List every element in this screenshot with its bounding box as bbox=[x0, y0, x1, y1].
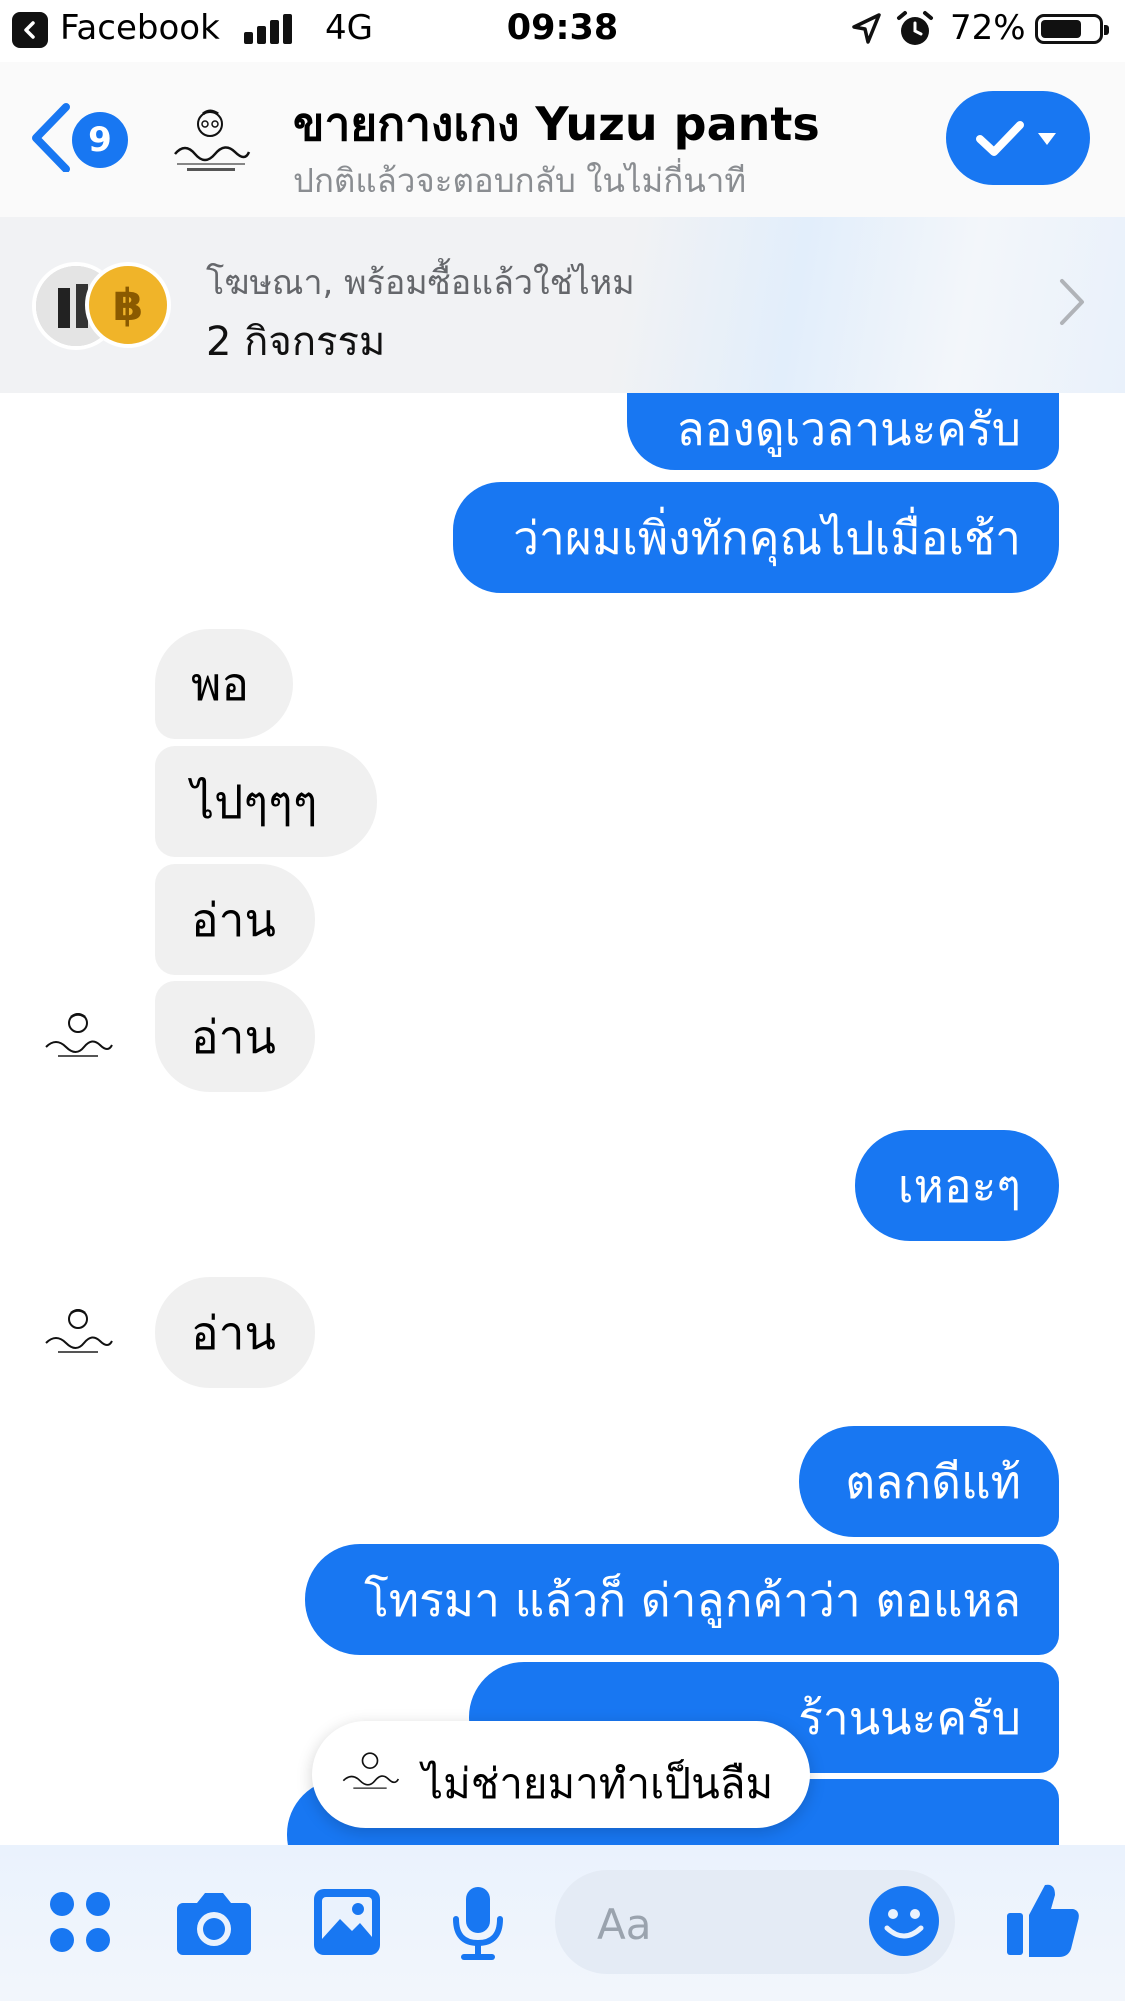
chat-header: 9 ขายกางเกง Yuzu pants ปกติแล้วจะตอบกลับ… bbox=[0, 62, 1125, 217]
message-input[interactable]: Aa bbox=[555, 1870, 955, 1974]
thumbs-up-icon[interactable] bbox=[1005, 1879, 1081, 1959]
battery-percent: 72% bbox=[950, 8, 1026, 48]
response-time-status: ปกติแล้วจะตอบกลับ ในไม่กี่นาที bbox=[293, 161, 747, 200]
unread-count-badge[interactable]: 9 bbox=[72, 112, 128, 168]
checkmark-dropdown-icon bbox=[976, 121, 1056, 156]
camera-icon[interactable] bbox=[175, 1887, 253, 1957]
page-logo-avatar[interactable] bbox=[165, 102, 255, 182]
microphone-icon[interactable] bbox=[450, 1885, 506, 1961]
message-bubble-sent[interactable]: ลองดูเวลานะครับ bbox=[627, 393, 1059, 470]
message-input-placeholder: Aa bbox=[597, 1900, 652, 1949]
message-bubble-sent[interactable]: โทรมา แล้วก็ ด่าลูกค้าว่า ตอแหล bbox=[305, 1544, 1059, 1655]
message-bubble-sent[interactable]: ตลกดีแท้ bbox=[799, 1426, 1059, 1537]
message-bubble-received[interactable]: อ่าน bbox=[155, 1277, 315, 1388]
status-bar: Facebook 4G 09:38 72% bbox=[0, 0, 1125, 62]
message-bubble-received[interactable]: ไปๆๆๆ bbox=[155, 746, 377, 857]
ad-title: โฆษณา, พร้อมซื้อแล้วใช่ไหม bbox=[206, 263, 635, 303]
emoji-icon[interactable] bbox=[867, 1884, 941, 1958]
message-composer: Aa bbox=[0, 1845, 1125, 2001]
location-arrow-icon bbox=[852, 13, 881, 44]
alarm-clock-icon bbox=[897, 11, 933, 45]
message-bubble-received[interactable]: พอ bbox=[155, 629, 293, 739]
message-bubble-sent[interactable]: เหอะๆ bbox=[855, 1130, 1059, 1241]
page-title[interactable]: ขายกางเกง Yuzu pants bbox=[293, 88, 820, 161]
sender-avatar[interactable] bbox=[40, 1009, 116, 1069]
photo-icon[interactable] bbox=[312, 1887, 382, 1957]
coin-icon: ฿ bbox=[85, 262, 171, 348]
mark-done-button[interactable] bbox=[946, 91, 1090, 185]
sender-avatar bbox=[342, 1752, 400, 1789]
message-bubble-received[interactable]: อ่าน bbox=[155, 864, 315, 975]
reply-preview-toast[interactable]: ไม่ช่ายมาทำเป็นลืม bbox=[312, 1721, 810, 1828]
toast-message-text: ไม่ช่ายมาทำเป็นลืม bbox=[422, 1759, 774, 1808]
message-bubble-sent[interactable]: ว่าผมเพิ่งทักคุณไปเมื่อเช้า bbox=[453, 482, 1059, 593]
sender-avatar[interactable] bbox=[40, 1305, 116, 1365]
ad-activity-banner[interactable]: ฿ โฆษณา, พร้อมซื้อแล้วใช่ไหม 2 กิจกรรม bbox=[0, 217, 1125, 393]
menu-dots-icon[interactable] bbox=[48, 1890, 112, 1954]
ad-activity-count: 2 กิจกรรม bbox=[206, 319, 386, 365]
chevron-right-icon bbox=[1060, 279, 1084, 325]
battery-icon bbox=[1035, 14, 1109, 44]
message-thread[interactable]: ลองดูเวลานะครับ ว่าผมเพิ่งทักคุณไปเมื่อเ… bbox=[0, 393, 1125, 1845]
message-bubble-received[interactable]: อ่าน bbox=[155, 981, 315, 1092]
